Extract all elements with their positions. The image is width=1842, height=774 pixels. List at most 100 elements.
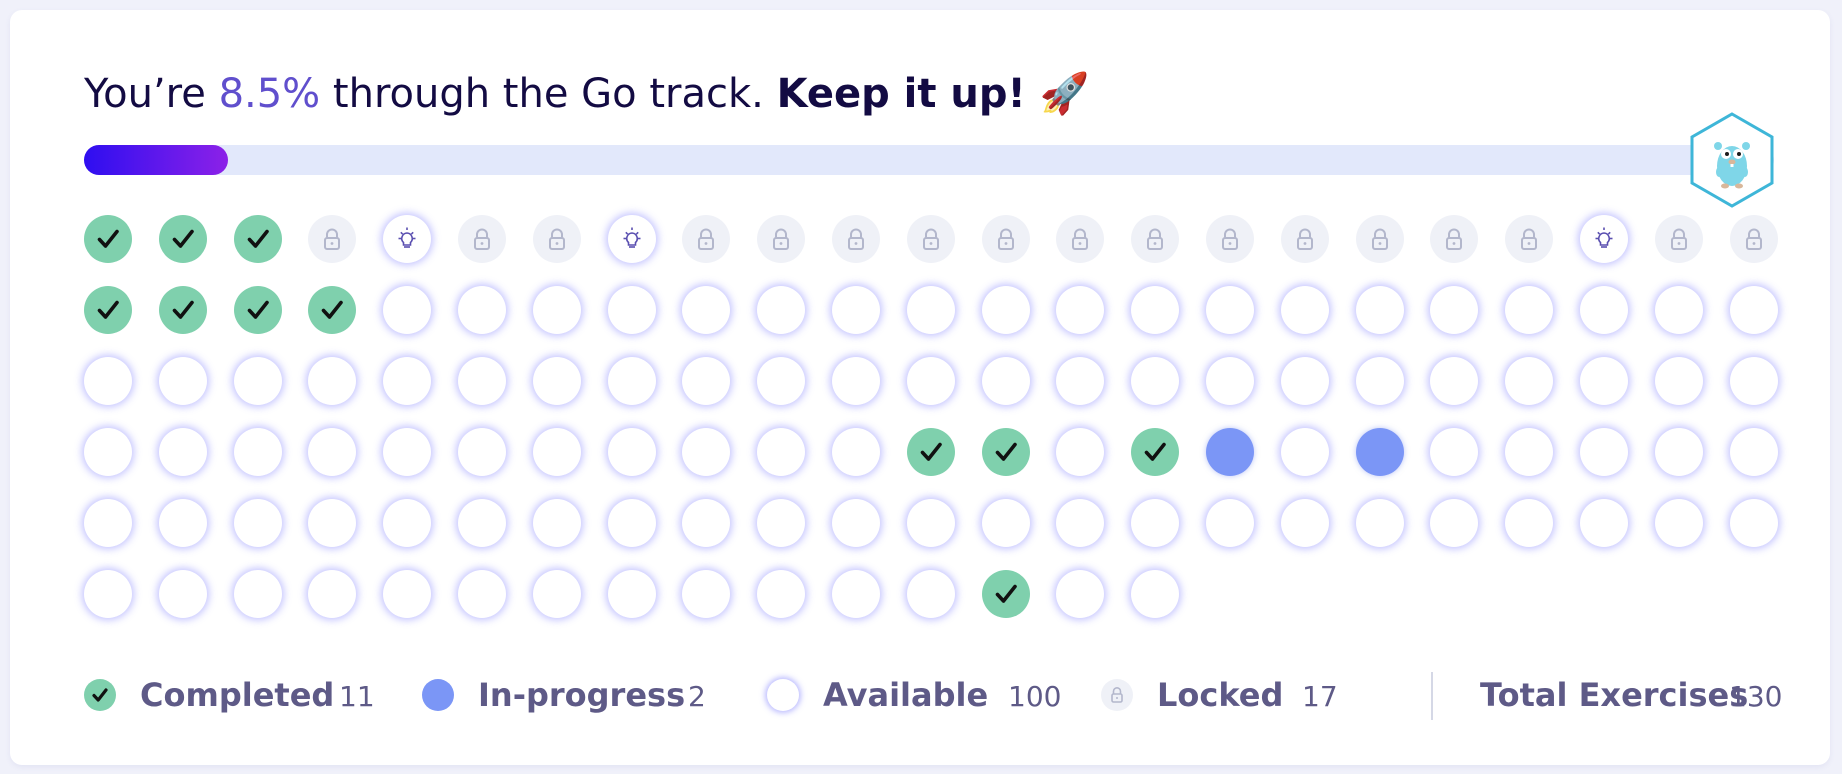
exercise-available[interactable] [1655, 499, 1703, 547]
exercise-in-progress[interactable] [1206, 428, 1254, 476]
exercise-available[interactable] [832, 286, 880, 334]
exercise-available[interactable] [682, 286, 730, 334]
exercise-available[interactable] [1356, 499, 1404, 547]
exercise-available[interactable] [383, 357, 431, 405]
exercise-available[interactable] [1730, 428, 1778, 476]
exercise-available[interactable] [1281, 428, 1329, 476]
exercise-available[interactable] [1206, 286, 1254, 334]
exercise-available[interactable] [907, 286, 955, 334]
exercise-completed[interactable] [982, 428, 1030, 476]
exercise-available[interactable] [1730, 286, 1778, 334]
exercise-available[interactable] [982, 499, 1030, 547]
exercise-available[interactable] [458, 428, 506, 476]
exercise-available[interactable] [907, 570, 955, 618]
exercise-available[interactable] [1131, 286, 1179, 334]
exercise-available[interactable] [982, 357, 1030, 405]
exercise-available[interactable] [757, 570, 805, 618]
exercise-available[interactable] [458, 286, 506, 334]
exercise-available[interactable] [982, 286, 1030, 334]
exercise-available[interactable] [533, 499, 581, 547]
exercise-available[interactable] [1131, 570, 1179, 618]
exercise-available[interactable] [832, 570, 880, 618]
exercise-available[interactable] [1281, 286, 1329, 334]
exercise-available[interactable] [1505, 428, 1553, 476]
exercise-available[interactable] [533, 357, 581, 405]
exercise-available[interactable] [383, 499, 431, 547]
exercise-available[interactable] [757, 428, 805, 476]
exercise-completed[interactable] [1131, 428, 1179, 476]
exercise-available[interactable] [1131, 357, 1179, 405]
exercise-available[interactable] [1356, 286, 1404, 334]
exercise-available[interactable] [608, 428, 656, 476]
exercise-completed[interactable] [907, 428, 955, 476]
exercise-available[interactable] [682, 499, 730, 547]
exercise-completed[interactable] [982, 570, 1030, 618]
exercise-available[interactable] [458, 570, 506, 618]
exercise-available[interactable] [234, 570, 282, 618]
exercise-available[interactable] [234, 357, 282, 405]
exercise-available[interactable] [1580, 357, 1628, 405]
exercise-available[interactable] [1655, 357, 1703, 405]
exercise-completed[interactable] [159, 215, 207, 263]
exercise-available[interactable] [1430, 286, 1478, 334]
exercise-available[interactable] [1505, 357, 1553, 405]
exercise-available[interactable] [533, 570, 581, 618]
exercise-available[interactable] [308, 499, 356, 547]
exercise-available[interactable] [832, 499, 880, 547]
exercise-available[interactable] [1056, 499, 1104, 547]
exercise-available[interactable] [533, 286, 581, 334]
exercise-available[interactable] [682, 428, 730, 476]
exercise-completed[interactable] [159, 286, 207, 334]
exercise-hint[interactable] [1580, 215, 1628, 263]
exercise-available[interactable] [832, 428, 880, 476]
exercise-available[interactable] [1131, 499, 1179, 547]
exercise-available[interactable] [832, 357, 880, 405]
exercise-available[interactable] [1580, 499, 1628, 547]
exercise-available[interactable] [308, 357, 356, 405]
exercise-available[interactable] [1056, 357, 1104, 405]
exercise-available[interactable] [308, 428, 356, 476]
exercise-available[interactable] [159, 428, 207, 476]
exercise-available[interactable] [1206, 357, 1254, 405]
exercise-available[interactable] [1580, 428, 1628, 476]
exercise-available[interactable] [1730, 357, 1778, 405]
exercise-available[interactable] [458, 357, 506, 405]
exercise-available[interactable] [308, 570, 356, 618]
exercise-available[interactable] [1430, 499, 1478, 547]
exercise-available[interactable] [84, 357, 132, 405]
exercise-available[interactable] [1655, 428, 1703, 476]
exercise-available[interactable] [907, 499, 955, 547]
exercise-available[interactable] [1580, 286, 1628, 334]
exercise-available[interactable] [757, 286, 805, 334]
exercise-available[interactable] [458, 499, 506, 547]
exercise-available[interactable] [907, 357, 955, 405]
exercise-available[interactable] [1505, 286, 1553, 334]
exercise-available[interactable] [383, 286, 431, 334]
exercise-available[interactable] [1281, 499, 1329, 547]
exercise-available[interactable] [682, 570, 730, 618]
exercise-available[interactable] [608, 286, 656, 334]
exercise-available[interactable] [234, 428, 282, 476]
exercise-available[interactable] [383, 428, 431, 476]
exercise-available[interactable] [1430, 357, 1478, 405]
exercise-completed[interactable] [84, 286, 132, 334]
exercise-available[interactable] [1430, 428, 1478, 476]
exercise-available[interactable] [1505, 499, 1553, 547]
exercise-available[interactable] [757, 499, 805, 547]
exercise-available[interactable] [234, 499, 282, 547]
exercise-available[interactable] [1655, 286, 1703, 334]
exercise-available[interactable] [1056, 570, 1104, 618]
exercise-available[interactable] [159, 357, 207, 405]
exercise-available[interactable] [1206, 499, 1254, 547]
exercise-available[interactable] [1281, 357, 1329, 405]
go-gopher-icon[interactable] [1689, 112, 1775, 208]
exercise-hint[interactable] [383, 215, 431, 263]
exercise-available[interactable] [159, 499, 207, 547]
exercise-available[interactable] [757, 357, 805, 405]
exercise-available[interactable] [608, 357, 656, 405]
exercise-available[interactable] [608, 499, 656, 547]
exercise-available[interactable] [159, 570, 207, 618]
exercise-available[interactable] [1730, 499, 1778, 547]
exercise-completed[interactable] [234, 286, 282, 334]
exercise-available[interactable] [84, 499, 132, 547]
